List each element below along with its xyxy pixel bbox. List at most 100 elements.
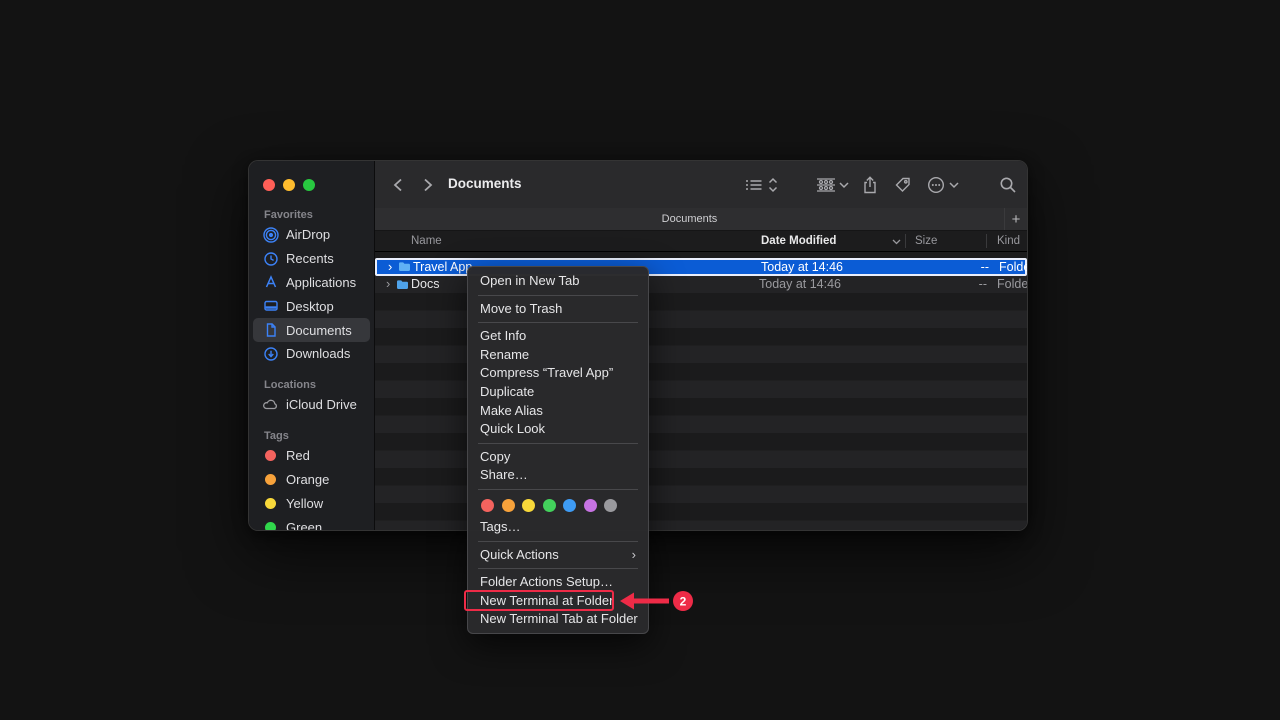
sidebar-item-tag-green[interactable]: Green xyxy=(253,515,370,531)
window-controls xyxy=(263,179,315,191)
column-header-row: Name Date Modified Size Kind xyxy=(375,231,1027,252)
close-button[interactable] xyxy=(263,179,275,191)
tab-bar: Documents + xyxy=(375,208,1027,231)
menu-item-label: Share… xyxy=(480,466,528,485)
sidebar-item-desktop[interactable]: Desktop xyxy=(253,294,370,318)
menu-item-move-to-trash[interactable]: Move to Trash xyxy=(468,300,648,319)
new-tab-button[interactable]: + xyxy=(1005,208,1027,230)
menu-separator xyxy=(468,485,648,494)
sidebar-item-documents[interactable]: Documents xyxy=(253,318,370,342)
column-header-name[interactable]: Name xyxy=(411,231,442,252)
sort-chevrons-icon[interactable] xyxy=(766,173,780,197)
airdrop-icon xyxy=(262,227,279,243)
sidebar-item-downloads[interactable]: Downloads xyxy=(253,342,370,366)
menu-separator xyxy=(468,291,648,300)
zoom-button[interactable] xyxy=(303,179,315,191)
sidebar-item-label: Documents xyxy=(286,323,352,338)
column-header-size[interactable]: Size xyxy=(915,231,937,252)
more-options-icon[interactable] xyxy=(924,173,948,197)
menu-item-tags[interactable]: Tags… xyxy=(468,518,648,537)
forward-button[interactable] xyxy=(417,174,439,196)
menu-separator xyxy=(468,564,648,573)
tag-dot-purple-icon[interactable] xyxy=(584,499,597,512)
menu-separator xyxy=(468,318,648,327)
folder-icon xyxy=(398,261,411,275)
sidebar-item-tag-orange[interactable]: Orange xyxy=(253,468,370,492)
desktop-icon xyxy=(262,298,279,314)
tab-label: Documents xyxy=(662,213,718,225)
back-button[interactable] xyxy=(387,174,409,196)
column-divider[interactable] xyxy=(905,234,906,248)
annotation-step-number: 2 xyxy=(680,595,687,609)
menu-item-label: New Terminal Tab at Folder xyxy=(480,610,638,629)
search-icon[interactable] xyxy=(996,173,1020,197)
group-view-icon[interactable] xyxy=(813,173,839,197)
menu-item-duplicate[interactable]: Duplicate xyxy=(468,383,648,402)
minimize-button[interactable] xyxy=(283,179,295,191)
share-icon[interactable] xyxy=(858,173,882,197)
sidebar-item-applications[interactable]: Applications xyxy=(253,271,370,295)
disclosure-chevron-icon[interactable]: › xyxy=(388,260,392,275)
menu-item-open-in-new-tab[interactable]: Open in New Tab xyxy=(468,272,648,291)
menu-item-quick-actions[interactable]: Quick Actions › xyxy=(468,546,648,565)
menu-item-label: Duplicate xyxy=(480,383,534,402)
toolbar: Documents xyxy=(375,161,1027,208)
sidebar-item-tag-yellow[interactable]: Yellow xyxy=(253,492,370,516)
menu-tag-color-row xyxy=(468,494,648,518)
menu-separator xyxy=(468,537,648,546)
yellow-tag-icon xyxy=(265,498,276,509)
disclosure-chevron-icon[interactable]: › xyxy=(386,276,390,293)
sidebar-item-label: Downloads xyxy=(286,346,350,361)
document-icon xyxy=(262,322,279,338)
file-kind: Folder xyxy=(997,276,1028,294)
column-header-kind[interactable]: Kind xyxy=(997,231,1020,252)
tag-dot-yellow-icon[interactable] xyxy=(522,499,535,512)
file-size: -- xyxy=(929,260,989,275)
sidebar-item-label: Green xyxy=(286,520,322,531)
menu-separator xyxy=(468,439,648,448)
menu-item-get-info[interactable]: Get Info xyxy=(468,327,648,346)
column-header-date-modified[interactable]: Date Modified xyxy=(761,231,836,252)
menu-item-copy[interactable]: Copy xyxy=(468,448,648,467)
menu-item-label: Folder Actions Setup… xyxy=(480,573,613,592)
column-divider[interactable] xyxy=(986,234,987,248)
tag-dot-orange-icon[interactable] xyxy=(502,499,515,512)
menu-item-label: Copy xyxy=(480,448,510,467)
file-name: Travel App xyxy=(413,260,472,275)
file-size: -- xyxy=(927,276,987,294)
file-kind: Folder xyxy=(999,260,1028,275)
menu-item-label: Quick Look xyxy=(480,420,545,439)
sidebar-item-recents[interactable]: Recents xyxy=(253,247,370,271)
sidebar-item-airdrop[interactable]: AirDrop xyxy=(253,223,370,247)
locations-section-label: Locations xyxy=(264,379,316,391)
more-chevron-down-icon[interactable] xyxy=(948,173,960,197)
context-menu: Open in New Tab Move to Trash Get Info R… xyxy=(467,266,649,634)
tab-documents[interactable]: Documents xyxy=(375,208,1005,230)
applications-icon xyxy=(262,274,279,290)
sort-chevron-down-icon[interactable] xyxy=(892,231,901,252)
cloud-icon xyxy=(262,397,279,413)
folder-icon xyxy=(396,279,409,293)
desktop-background: Favorites AirDrop Recents xyxy=(0,0,1280,720)
menu-item-share[interactable]: Share… xyxy=(468,466,648,485)
menu-item-quick-look[interactable]: Quick Look xyxy=(468,420,648,439)
list-view-icon[interactable] xyxy=(742,173,766,197)
clock-icon xyxy=(262,251,279,267)
tag-dot-blue-icon[interactable] xyxy=(563,499,576,512)
tag-dot-red-icon[interactable] xyxy=(481,499,494,512)
tag-dot-green-icon[interactable] xyxy=(543,499,556,512)
menu-item-compress[interactable]: Compress “Travel App” xyxy=(468,364,648,383)
sidebar-item-label: Recents xyxy=(286,251,334,266)
menu-item-label: Get Info xyxy=(480,327,526,346)
menu-item-label: Compress “Travel App” xyxy=(480,364,613,383)
menu-item-label: Make Alias xyxy=(480,402,543,421)
file-date-modified: Today at 14:46 xyxy=(759,276,841,294)
tag-icon[interactable] xyxy=(891,173,915,197)
menu-item-rename[interactable]: Rename xyxy=(468,346,648,365)
menu-item-make-alias[interactable]: Make Alias xyxy=(468,402,648,421)
group-chevron-down-icon[interactable] xyxy=(838,173,850,197)
sidebar-item-tag-red[interactable]: Red xyxy=(253,444,370,468)
tag-dot-gray-icon[interactable] xyxy=(604,499,617,512)
green-tag-icon xyxy=(265,522,276,531)
sidebar-item-icloud-drive[interactable]: iCloud Drive xyxy=(253,393,370,417)
